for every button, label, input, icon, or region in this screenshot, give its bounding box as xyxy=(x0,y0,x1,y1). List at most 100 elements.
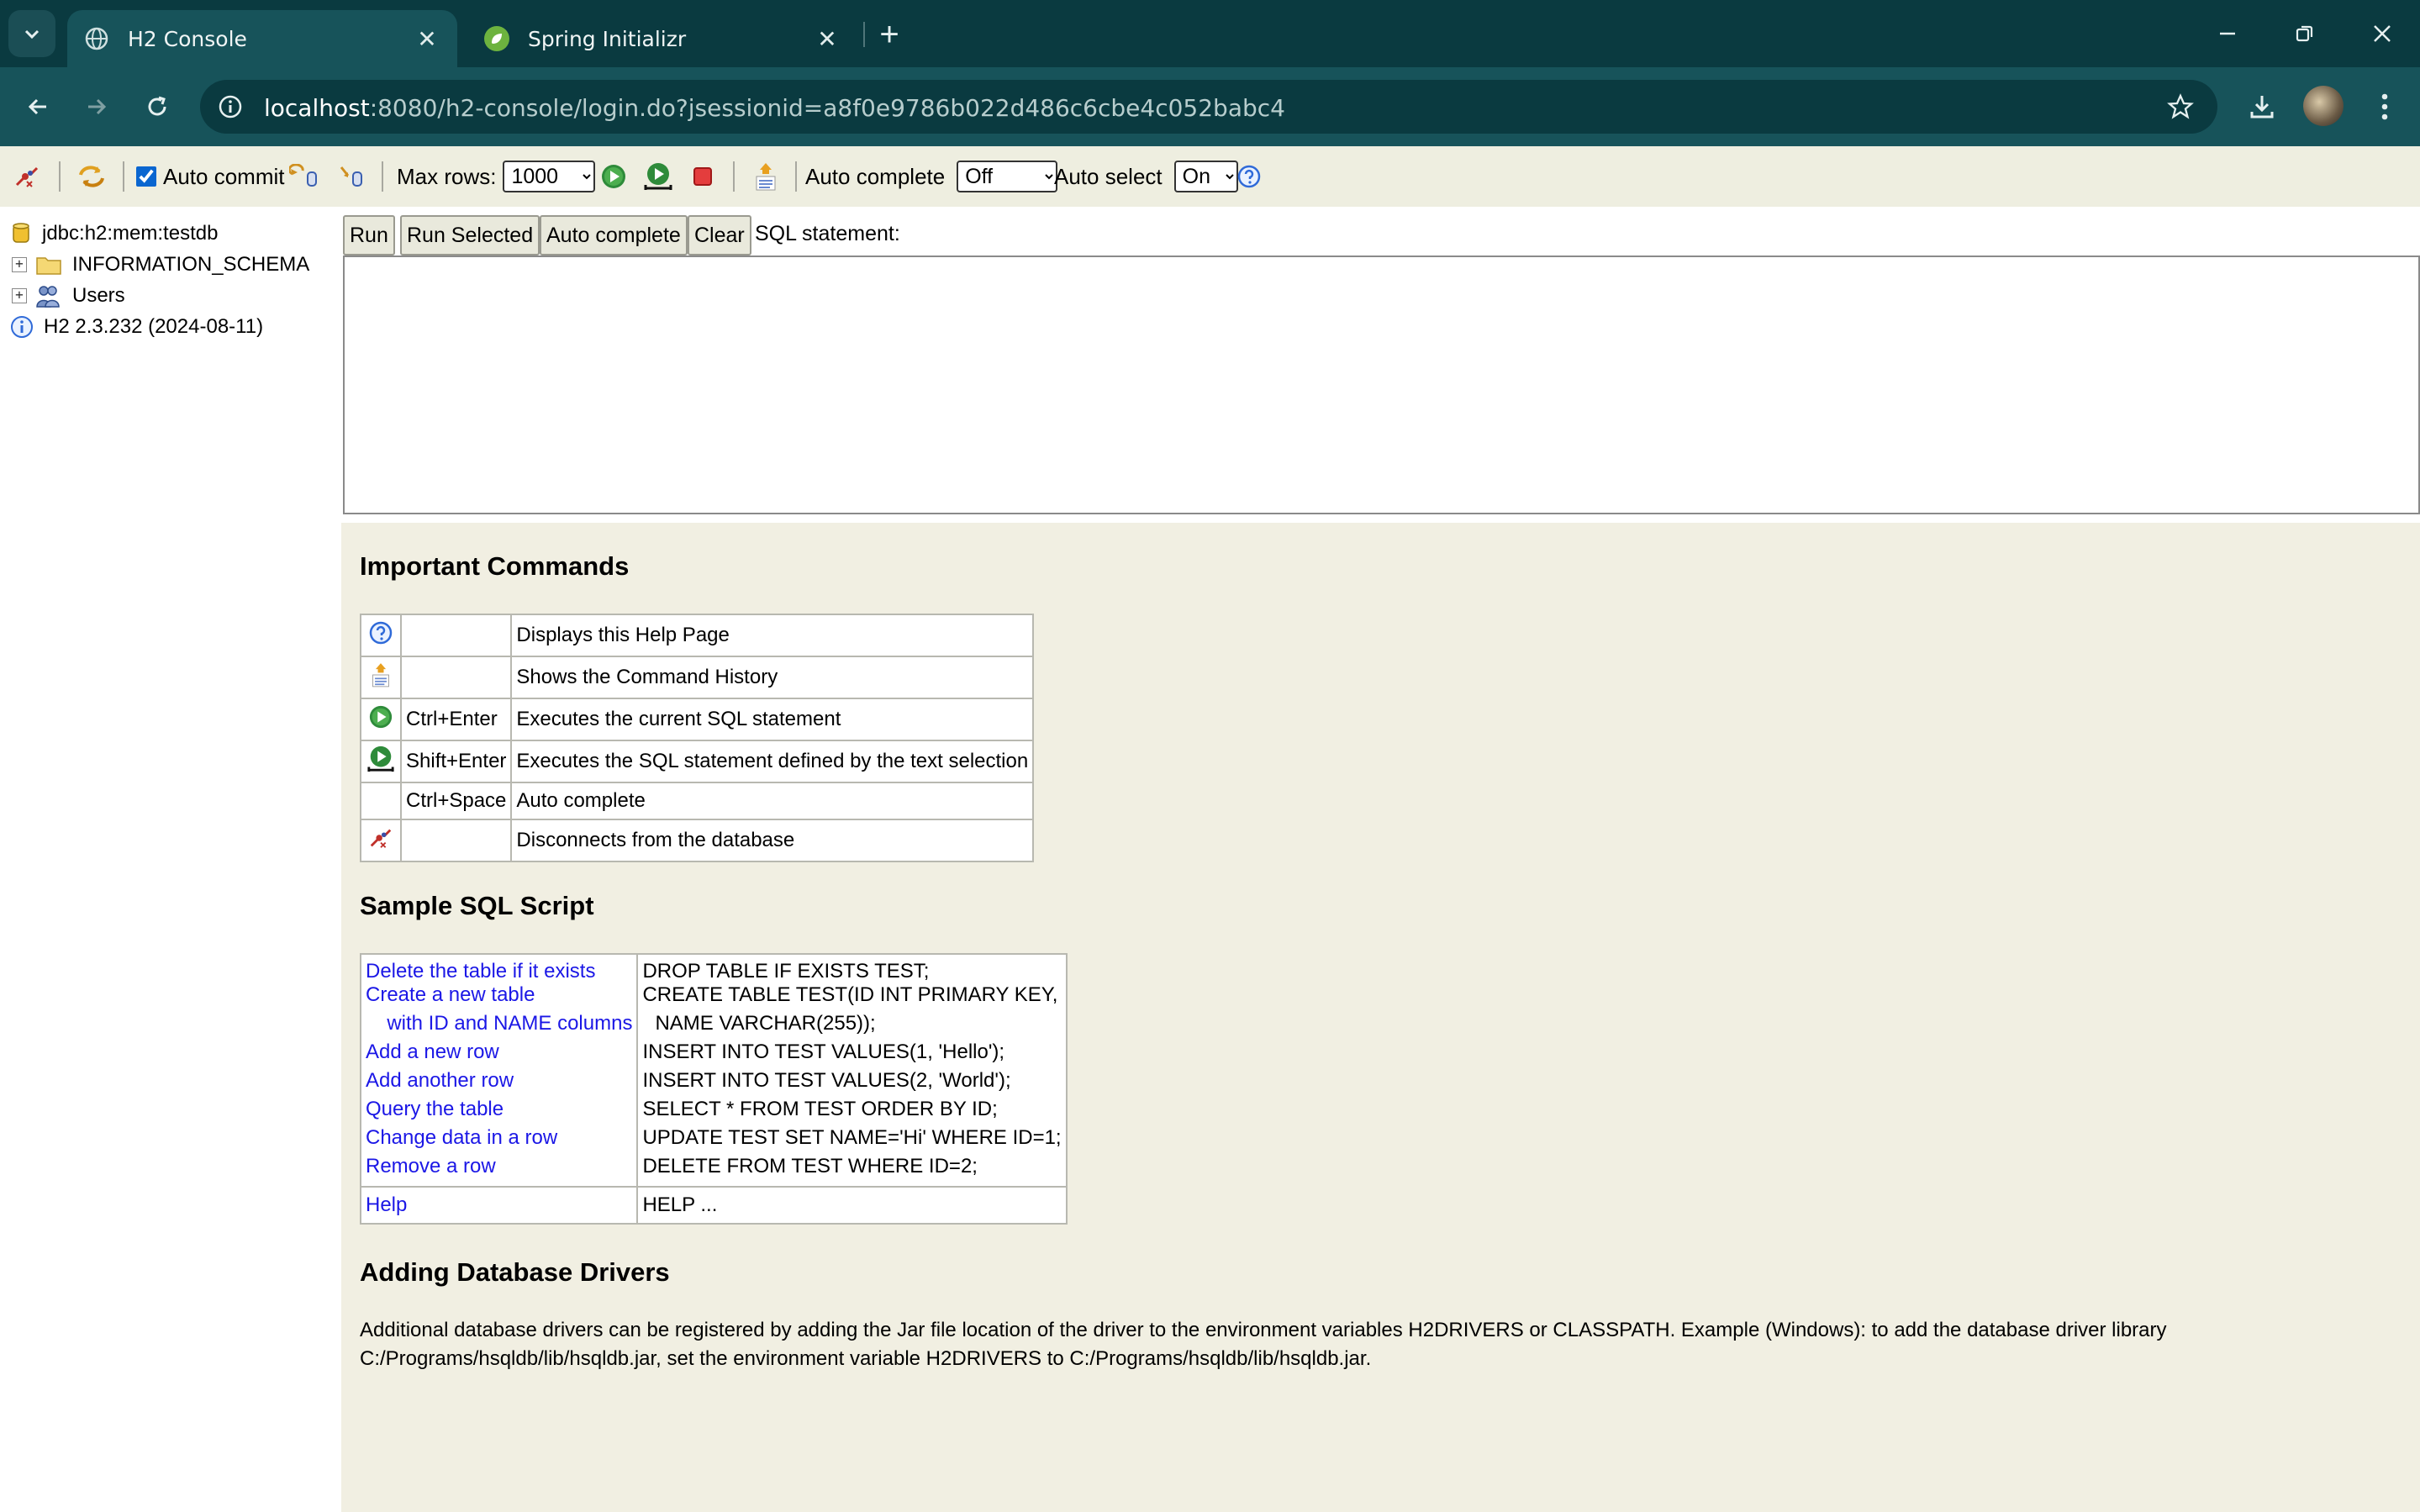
disconnect-button[interactable] xyxy=(13,146,40,207)
auto-commit-toggle[interactable]: Auto commit xyxy=(136,146,285,207)
sample-link[interactable]: with ID and NAME columns xyxy=(361,1012,639,1040)
auto-select-select[interactable]: On xyxy=(1173,161,1238,192)
bookmark-star-icon[interactable] xyxy=(2164,90,2197,124)
sql-editor[interactable] xyxy=(343,256,2420,514)
sample-link[interactable]: Create a new table xyxy=(361,983,639,1012)
command-icon-cell xyxy=(360,656,402,699)
tree-node-users[interactable]: + Users xyxy=(0,281,125,311)
table-row: Displays this Help Page xyxy=(360,614,1035,657)
spring-leaf-icon xyxy=(484,26,509,51)
auto-complete-select[interactable]: Off xyxy=(957,161,1058,192)
run-selected-button[interactable]: Run Selected xyxy=(400,215,540,256)
connection-label: jdbc:h2:mem:testdb xyxy=(42,222,219,245)
close-window-button[interactable] xyxy=(2344,0,2420,67)
auto-complete-button[interactable]: Auto complete xyxy=(540,215,688,256)
commit-button[interactable] xyxy=(338,146,366,207)
table-row: Disconnects from the database xyxy=(360,819,1035,862)
new-tab-button[interactable]: + xyxy=(870,15,909,54)
tab-spring-initializr[interactable]: Spring Initializr ✕ xyxy=(467,10,857,67)
sample-link[interactable]: Remove a row xyxy=(361,1155,639,1187)
tab-close-icon[interactable]: ✕ xyxy=(810,22,844,55)
browser-menu-button[interactable] xyxy=(2364,86,2406,128)
browser-tab-strip: H2 Console ✕ Spring Initializr ✕ + xyxy=(0,0,2420,67)
restore-icon xyxy=(2296,25,2313,42)
command-desc: Executes the SQL statement defined by th… xyxy=(510,740,1035,783)
auto-commit-checkbox[interactable] xyxy=(136,166,156,187)
sample-link[interactable]: Add a new row xyxy=(361,1040,639,1069)
tab-close-icon[interactable]: ✕ xyxy=(410,22,444,55)
sample-sql: INSERT INTO TEST VALUES(1, 'Hello'); xyxy=(642,1040,1005,1063)
sample-sql-heading: Sample SQL Script xyxy=(360,891,594,920)
tree-node-label: INFORMATION_SCHEMA xyxy=(72,253,310,276)
stop-button[interactable] xyxy=(691,146,714,207)
forward-button[interactable] xyxy=(76,86,118,128)
expand-plus-icon[interactable]: + xyxy=(12,288,27,303)
expand-plus-icon[interactable]: + xyxy=(12,257,27,272)
url-text[interactable]: localhost:8080/h2-console/login.do?jsess… xyxy=(264,94,1285,122)
more-vertical-icon xyxy=(2381,93,2388,120)
command-key: Shift+Enter xyxy=(399,740,513,783)
help-panel: Important Commands Displays this Help Pa… xyxy=(341,523,2420,1512)
command-desc: Disconnects from the database xyxy=(510,819,1035,862)
tab-h2-console[interactable]: H2 Console ✕ xyxy=(67,10,457,67)
back-button[interactable] xyxy=(17,86,59,128)
sample-link[interactable]: Add another row xyxy=(361,1069,639,1098)
max-rows-select[interactable]: 1000 xyxy=(503,161,596,192)
toolbar-separator xyxy=(59,161,61,192)
drivers-paragraph: Additional database drivers can be regis… xyxy=(360,1319,2167,1370)
query-panel: Run Run Selected Auto complete Clear SQL… xyxy=(341,207,2420,523)
refresh-arrows-icon xyxy=(79,166,104,187)
command-desc: Shows the Command History xyxy=(510,656,1035,699)
help-button[interactable] xyxy=(1237,146,1261,207)
database-icon xyxy=(13,223,29,243)
downloads-button[interactable] xyxy=(2241,86,2283,128)
table-row: Delete the table if it exists DROP TABLE… xyxy=(361,954,1067,983)
sample-sql: HELP ... xyxy=(637,1186,1067,1224)
disconnect-icon xyxy=(15,166,39,187)
tab-separator xyxy=(863,22,865,47)
tab-search-button[interactable] xyxy=(8,10,55,57)
sql-statement-label: SQL statement: xyxy=(755,222,900,245)
command-desc: Auto complete xyxy=(510,782,1035,820)
history-button[interactable] xyxy=(753,146,778,207)
sample-link[interactable]: Query the table xyxy=(361,1098,639,1126)
auto-select-label: Auto select xyxy=(1054,163,1163,189)
sample-link[interactable]: Delete the table if it exists xyxy=(361,954,639,983)
important-commands-heading: Important Commands xyxy=(360,551,630,581)
back-arrow-icon xyxy=(28,98,46,115)
toolbar-separator xyxy=(382,161,383,192)
max-rows-label: Max rows: xyxy=(397,163,497,189)
forward-arrow-icon xyxy=(88,98,107,115)
sample-sql: UPDATE TEST SET NAME='Hi' WHERE ID=1; xyxy=(642,1126,1062,1149)
auto-select-control: Auto select On xyxy=(1054,146,1238,207)
run-icon xyxy=(602,165,625,188)
reload-button[interactable] xyxy=(136,86,178,128)
tree-node-information-schema[interactable]: + INFORMATION_SCHEMA xyxy=(0,250,309,280)
address-bar[interactable]: localhost:8080/h2-console/login.do?jsess… xyxy=(200,80,2217,134)
clear-button[interactable]: Clear xyxy=(688,215,751,256)
command-icon-cell xyxy=(360,740,402,783)
restore-button[interactable] xyxy=(2266,0,2344,67)
auto-complete-control: Auto complete Off xyxy=(805,146,1058,207)
users-icon xyxy=(36,286,60,308)
command-icon-cell xyxy=(360,782,402,820)
site-info-icon[interactable] xyxy=(214,90,247,124)
table-row: Ctrl+Space Auto complete xyxy=(360,782,1035,820)
tree-connection[interactable]: jdbc:h2:mem:testdb xyxy=(0,219,218,249)
download-icon xyxy=(2250,96,2274,119)
auto-commit-label: Auto commit xyxy=(163,163,285,189)
run-button-toolbar[interactable] xyxy=(600,146,627,207)
refresh-button[interactable] xyxy=(77,146,106,207)
sample-sql: DELETE FROM TEST WHERE ID=2; xyxy=(642,1155,978,1177)
sample-help-link[interactable]: Help xyxy=(361,1186,639,1224)
sample-link[interactable]: Change data in a row xyxy=(361,1126,639,1155)
commit-icon xyxy=(340,166,362,187)
run-selected-button-toolbar[interactable] xyxy=(642,146,674,207)
sample-sql: CREATE TABLE TEST(ID INT PRIMARY KEY, xyxy=(642,983,1058,1006)
minimize-button[interactable] xyxy=(2189,0,2266,67)
run-button[interactable]: Run xyxy=(343,215,395,256)
toolbar-separator xyxy=(123,161,124,192)
rollback-button[interactable] xyxy=(289,146,319,207)
history-icon xyxy=(372,662,389,687)
profile-avatar[interactable] xyxy=(2303,86,2344,126)
